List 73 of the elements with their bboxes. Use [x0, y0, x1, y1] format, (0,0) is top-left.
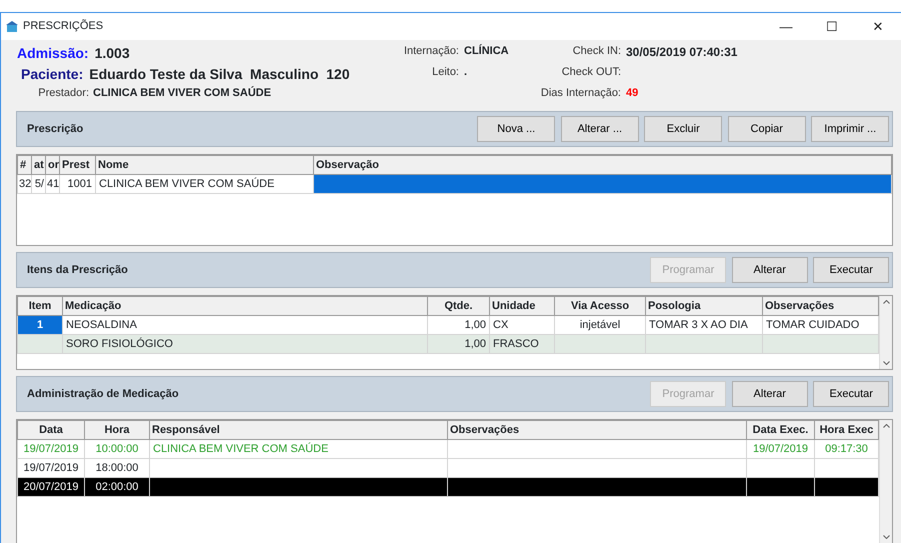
column-header[interactable]: Via Acesso — [554, 296, 646, 316]
field-value: 49 — [626, 86, 638, 101]
section-title: Itens da Prescrição — [26, 262, 128, 278]
field-value: CLINICA BEM VIVER COM SAÚDE — [93, 85, 272, 101]
table-cell: 02:00:00 — [84, 478, 150, 496]
window-title: PRESCRIÇÕES — [23, 18, 104, 34]
field-label: Check OUT: — [560, 65, 622, 80]
toolbar-button[interactable]: Nova ... — [477, 116, 556, 142]
scrollbar[interactable] — [879, 296, 892, 369]
table-cell: CLINICA BEM VIVER COM SAÚDE — [150, 440, 448, 458]
toolbar-button[interactable]: Alterar — [732, 381, 808, 407]
scroll-up-icon[interactable] — [882, 300, 890, 304]
field-label: Check IN: — [572, 44, 622, 59]
toolbar-button[interactable]: Alterar ... — [560, 116, 639, 142]
field-value: 30/05/2019 07:40:31 — [626, 44, 738, 61]
close-button[interactable]: ✕ — [855, 16, 901, 36]
column-header[interactable]: # — [18, 156, 32, 174]
toolbar-button[interactable]: Imprimir ... — [811, 116, 890, 142]
column-header[interactable]: Observação — [314, 156, 892, 174]
toolbar-button[interactable]: Copiar — [728, 116, 806, 142]
maximize-button[interactable]: ☐ — [809, 16, 855, 36]
field-label: Prestador: — [37, 86, 90, 101]
table-cell: 32 — [18, 174, 32, 194]
table-cell: SORO FISIOLÓGICO — [62, 334, 428, 354]
scroll-down-icon[interactable] — [882, 535, 890, 539]
column-header[interactable]: Medicação — [62, 296, 428, 316]
column-header[interactable]: at — [32, 156, 46, 174]
table-cell: 19/07/2019 — [18, 440, 84, 458]
column-header[interactable]: Observações — [448, 420, 746, 440]
column-header[interactable]: Observações — [762, 296, 878, 316]
column-header[interactable]: Responsável — [150, 420, 448, 440]
column-header[interactable]: Data Exec. — [746, 420, 814, 440]
section-title: Administração de Medicação — [26, 386, 179, 402]
table-cell: 20/07/2019 — [18, 478, 84, 496]
column-header[interactable]: Posologia — [646, 296, 762, 316]
field-value: CLÍNICA — [464, 43, 509, 59]
toolbar-button[interactable]: Executar — [813, 257, 890, 283]
table-cell: 1001 — [60, 174, 96, 194]
table-cell: 5/ — [32, 174, 46, 194]
field-label: Internação: — [402, 44, 460, 59]
scroll-down-icon[interactable] — [882, 361, 890, 365]
minimize-button[interactable]: — — [763, 16, 809, 36]
field-value: 1.003 — [94, 44, 130, 63]
field-label: Admissão: — [17, 44, 89, 63]
table-cell — [18, 334, 62, 354]
field-label: Leito: — [431, 65, 460, 80]
scrollbar[interactable] — [879, 420, 892, 543]
table-cell: 19/07/2019 — [746, 440, 814, 458]
column-header[interactable]: Nome — [96, 156, 314, 174]
table-cell: FRASCO — [490, 334, 554, 354]
column-header[interactable]: or — [46, 156, 60, 174]
column-header[interactable]: Data — [18, 420, 84, 440]
toolbar-button[interactable]: Alterar — [732, 257, 808, 283]
column-header[interactable]: Hora Exec — [814, 420, 878, 440]
table-cell: 41 — [46, 174, 60, 194]
toolbar-button[interactable]: Executar — [813, 381, 890, 407]
app-icon — [5, 20, 19, 33]
table-cell: 10:00:00 — [84, 440, 150, 458]
table-cell: 1,00 — [428, 334, 490, 354]
field-label: Dias Internação: — [540, 86, 622, 101]
column-header[interactable]: Qtde. — [428, 296, 490, 316]
field-value: Eduardo Teste da Silva Masculino 120 — [89, 65, 350, 84]
scroll-up-icon[interactable] — [882, 424, 890, 428]
column-header[interactable]: Item — [18, 296, 62, 316]
table-cell: 1 — [18, 316, 62, 334]
section-title: Prescrição — [26, 122, 84, 137]
column-header[interactable]: Hora — [84, 420, 150, 440]
table-cell: CLINICA BEM VIVER COM SAÚDE — [96, 174, 314, 194]
field-value: . — [464, 65, 468, 80]
field-label: Paciente: — [21, 65, 84, 84]
toolbar-button[interactable]: Excluir — [644, 116, 722, 142]
column-header[interactable]: Prest — [60, 156, 96, 174]
column-header[interactable]: Unidade — [490, 296, 554, 316]
